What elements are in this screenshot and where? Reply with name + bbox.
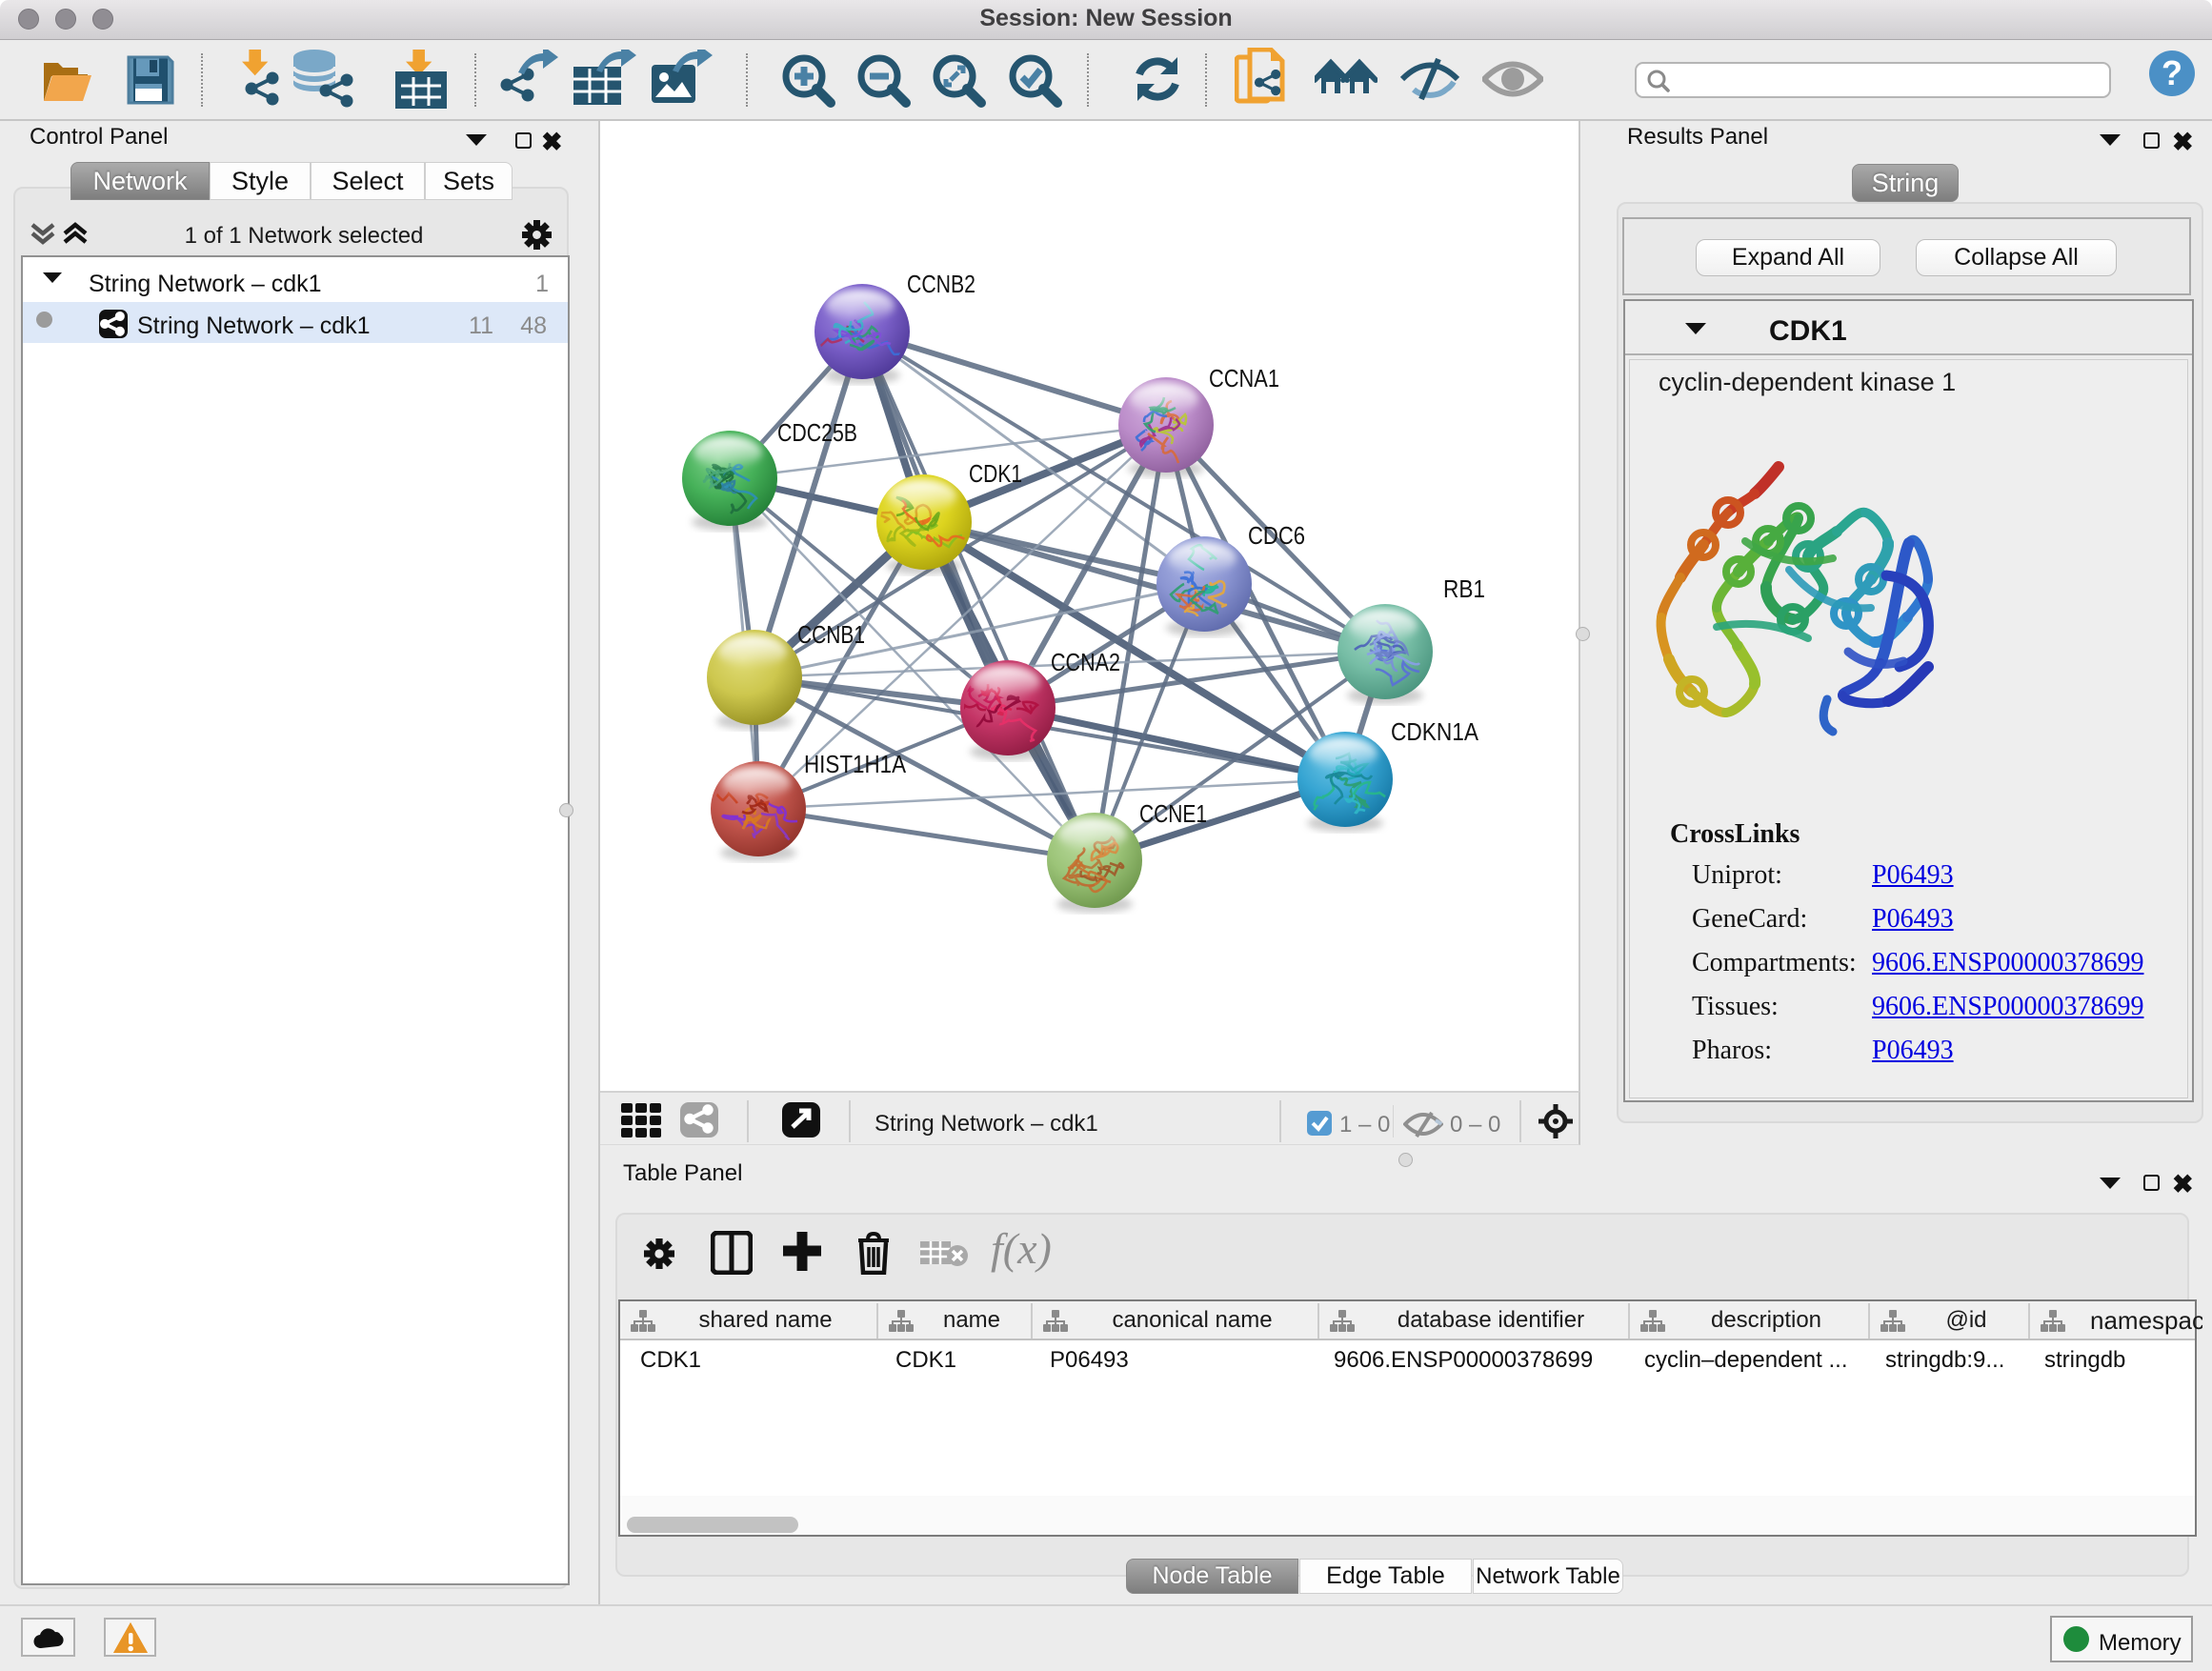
svg-text:CDK1: CDK1 xyxy=(969,459,1022,488)
svg-text:HIST1H1A: HIST1H1A xyxy=(804,750,907,778)
svg-text:CDKN1A: CDKN1A xyxy=(1391,717,1479,746)
svg-text:CCNB2: CCNB2 xyxy=(907,270,975,298)
svg-text:CCNA2: CCNA2 xyxy=(1051,648,1120,676)
svg-text:CCNA1: CCNA1 xyxy=(1209,364,1279,393)
svg-text:CDC25B: CDC25B xyxy=(777,418,857,447)
svg-text:CCNB1: CCNB1 xyxy=(797,620,865,649)
svg-text:CDC6: CDC6 xyxy=(1248,521,1305,550)
svg-text:CCNE1: CCNE1 xyxy=(1139,799,1207,828)
svg-text:RB1: RB1 xyxy=(1443,574,1485,603)
